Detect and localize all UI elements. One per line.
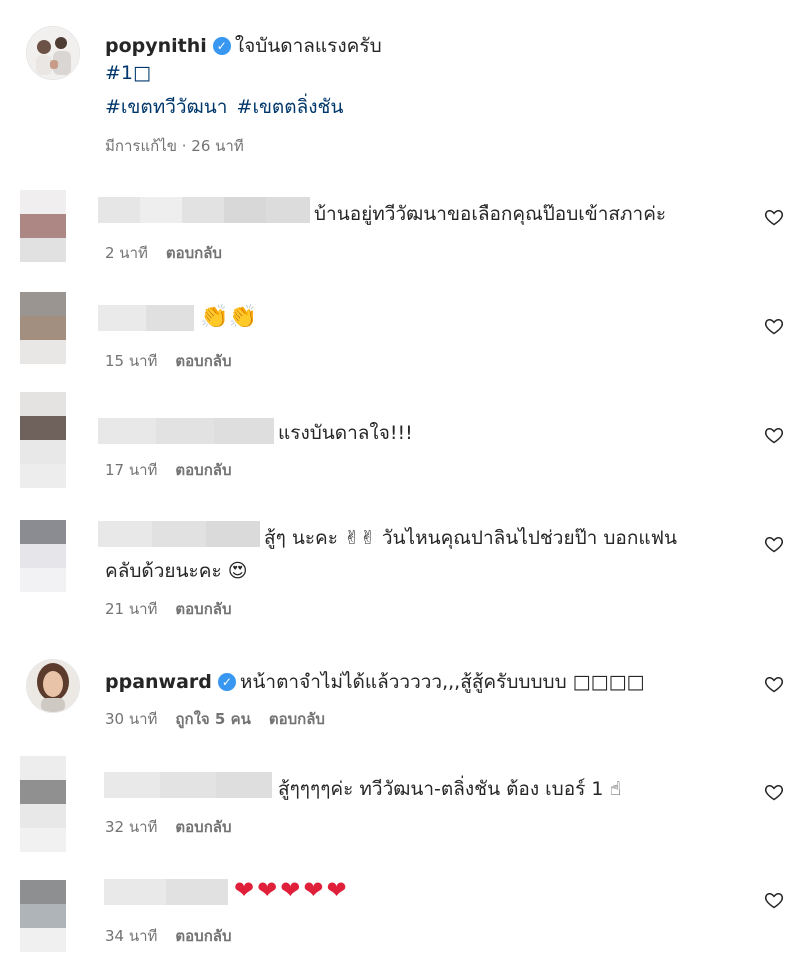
hashtags-line: #เขตทวีวัฒนา #เขตตลิ่งชัน (105, 92, 343, 122)
comment-time: 30 นาที (105, 710, 158, 728)
reply-button[interactable]: ตอบกลับ (175, 600, 231, 618)
comment-meta: 17 นาที ตอบกลับ (105, 458, 232, 482)
comment-meta: 30 นาที ถูกใจ 5 คน ตอบกลับ (105, 707, 325, 731)
commenter-name-blurred[interactable] (98, 521, 260, 547)
commenter-name-blurred[interactable] (98, 197, 310, 223)
hashtag-taling-chan[interactable]: #เขตตลิ่งชัน (237, 96, 344, 118)
comment-meta: 21 นาที ตอบกลับ (105, 597, 232, 621)
comment-text: 👏👏 (200, 304, 258, 330)
post-username[interactable]: popynithi (105, 35, 207, 57)
heart-outline-icon[interactable] (764, 674, 786, 696)
commenter-avatar[interactable] (26, 659, 80, 713)
comment-time: 21 นาที (105, 600, 158, 618)
commenter-avatar-blurred[interactable] (20, 756, 66, 852)
post-caption: ใจบันดาลแรงครับ (234, 35, 382, 57)
heart-outline-icon[interactable] (764, 316, 786, 338)
comment-text-continued: คลับด้วยนะคะ 😍 (105, 560, 248, 582)
verified-badge-icon: ✓ (217, 673, 236, 691)
commenter-name-blurred[interactable] (104, 879, 228, 905)
comment-time: 34 นาที (105, 927, 158, 945)
reply-button[interactable]: ตอบกลับ (269, 710, 325, 728)
post-author-avatar[interactable] (26, 26, 80, 80)
comment-time: 15 นาที (105, 352, 158, 370)
comment-time: 2 นาที (105, 244, 148, 262)
commenter-avatar-blurred[interactable] (20, 392, 66, 488)
comment-time: 17 นาที (105, 461, 158, 479)
heart-outline-icon[interactable] (764, 534, 786, 556)
reply-button[interactable]: ตอบกลับ (175, 818, 231, 836)
commenter-username[interactable]: ppanward (105, 671, 212, 693)
reply-button[interactable]: ตอบกลับ (175, 352, 231, 370)
comment-meta: 32 นาที ตอบกลับ (105, 815, 232, 839)
comment-meta: 15 นาที ตอบกลับ (105, 349, 232, 373)
reply-button[interactable]: ตอบกลับ (175, 927, 231, 945)
commenter-name-blurred[interactable] (98, 305, 194, 331)
comment-meta: 2 นาที ตอบกลับ (105, 241, 222, 265)
post-caption-line: popynithi ✓ ใจบันดาลแรงครับ (105, 31, 382, 61)
commenter-avatar-blurred[interactable] (20, 292, 66, 364)
hashtag-taweewattana[interactable]: #เขตทวีวัฒนา (105, 96, 227, 118)
heart-outline-icon[interactable] (764, 890, 786, 912)
comment-text: บ้านอยู่ทวีวัฒนาขอเลือกคุณป๊อบเข้าสภาค่ะ (314, 203, 667, 225)
comment-text: สู้ๆๆๆๆค่ะ ทวีวัฒนา-ตลิ่งชัน ต้อง เบอร์ … (278, 778, 622, 800)
heart-outline-icon[interactable] (764, 782, 786, 804)
heart-outline-icon[interactable] (764, 425, 786, 447)
post-edited-time: มีการแก้ไข · 26 นาที (105, 137, 244, 155)
heart-outline-icon[interactable] (764, 207, 786, 229)
reply-button[interactable]: ตอบกลับ (166, 244, 222, 262)
comment-text: ❤❤❤❤❤ (234, 876, 350, 904)
hashtag-1[interactable]: #1□ (105, 62, 151, 84)
comment-time: 32 นาที (105, 818, 158, 836)
likes-count[interactable]: ถูกใจ 5 คน (175, 710, 250, 728)
commenter-avatar-blurred[interactable] (20, 520, 66, 592)
comment-text: สู้ๆ นะคะ ✌✌ วันไหนคุณปาลินไปช่วยป๊า บอก… (264, 527, 678, 549)
commenter-name-blurred[interactable] (104, 772, 272, 798)
commenter-name-blurred[interactable] (98, 418, 274, 444)
commenter-avatar-blurred[interactable] (20, 190, 66, 262)
reply-button[interactable]: ตอบกลับ (175, 461, 231, 479)
comment-text: แรงบันดาลใจ!!! (278, 422, 413, 444)
comment-line: ppanward ✓ หน้าตาจำไม่ได้แล้ววววว,,,สู้สู้… (105, 667, 644, 697)
comment-meta: 34 นาที ตอบกลับ (105, 924, 232, 948)
commenter-avatar-blurred[interactable] (20, 880, 66, 952)
comment-text: หน้าตาจำไม่ได้แล้ววววว,,,สู้สู้ครับบบบบ … (239, 671, 645, 693)
verified-badge-icon: ✓ (212, 37, 231, 55)
